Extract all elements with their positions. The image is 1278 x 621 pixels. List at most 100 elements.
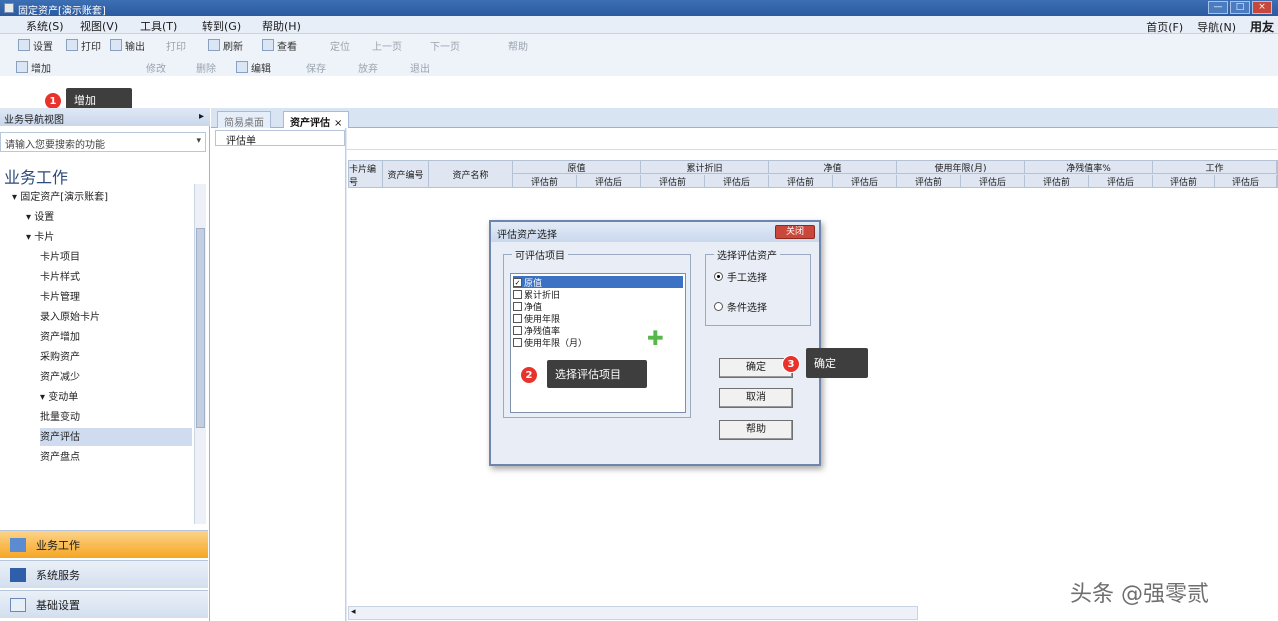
tab-desktop[interactable]: 简易桌面	[217, 111, 271, 129]
eval-sheet-tab[interactable]: 评估单	[215, 130, 345, 147]
eval-item[interactable]: ✓ 原值	[513, 276, 683, 289]
close-window-button[interactable]: ×	[1252, 1, 1272, 14]
edit-button[interactable]: 编辑	[236, 59, 271, 75]
col-group-header[interactable]: 使用年限(月)	[897, 161, 1025, 174]
tree-item[interactable]: ▾ 固定资产[演示账套]	[12, 188, 192, 206]
checkbox[interactable]	[513, 301, 522, 311]
col-group-header[interactable]: 工作	[1153, 161, 1277, 174]
col-subheader[interactable]: 评估后	[833, 175, 897, 188]
col-subheader[interactable]: 评估前	[641, 175, 705, 188]
nav-link[interactable]: 导航(N)	[1197, 19, 1236, 35]
delete-button[interactable]: 删除	[196, 59, 216, 75]
checkbox[interactable]	[513, 325, 522, 335]
locate-button[interactable]: 定位	[330, 37, 350, 53]
tree-item[interactable]: 资产增加	[40, 328, 192, 346]
tree-item[interactable]: ▾ 设置	[26, 208, 192, 226]
eval-item[interactable]: 使用年限（月）	[513, 336, 588, 349]
radio-condition[interactable]: 条件选择	[714, 299, 767, 314]
splitter[interactable]	[345, 128, 347, 621]
col-subheader[interactable]: 评估后	[961, 175, 1025, 188]
maximize-button[interactable]: □	[1230, 1, 1250, 14]
tree-item[interactable]: 批量变动	[40, 408, 192, 426]
nav-system-service[interactable]: 系统服务	[0, 560, 208, 588]
print-button[interactable]: 打印	[66, 37, 101, 53]
menu-tools[interactable]: 工具(T)	[140, 18, 177, 34]
col-subheader[interactable]: 评估后	[1089, 175, 1153, 188]
eval-item-label: 使用年限（月）	[524, 338, 588, 349]
tree-scrollbar[interactable]	[194, 184, 206, 524]
eval-item[interactable]: 累计折旧	[513, 288, 560, 301]
col-subheader[interactable]: 评估后	[1215, 175, 1277, 188]
scroll-thumb[interactable]	[196, 228, 205, 428]
col-group-header[interactable]: 净值	[769, 161, 897, 174]
setup-label: 设置	[33, 41, 53, 53]
menu-goto[interactable]: 转到(G)	[202, 18, 241, 34]
nav-base-settings[interactable]: 基础设置	[0, 590, 208, 618]
refresh-button[interactable]: 刷新	[208, 37, 243, 53]
checkbox[interactable]	[513, 337, 522, 347]
tree-item[interactable]: 卡片管理	[40, 288, 192, 306]
eval-item[interactable]: 净值	[513, 300, 542, 313]
checkbox[interactable]	[513, 313, 522, 323]
tree-item[interactable]: 资产评估	[40, 428, 192, 446]
menu-help[interactable]: 帮助(H)	[262, 18, 301, 34]
save-button[interactable]: 保存	[306, 59, 326, 75]
menu-view[interactable]: 视图(V)	[80, 18, 118, 34]
cancel-button[interactable]: 取消	[719, 388, 793, 408]
col-group-header[interactable]: 净残值率%	[1025, 161, 1153, 174]
next-page-button[interactable]: 下一页	[430, 37, 460, 53]
add-button[interactable]: 增加	[16, 59, 51, 75]
col-asset-name[interactable]: 资产名称	[429, 161, 513, 188]
nav-business-work[interactable]: 业务工作	[0, 530, 208, 558]
document-tabs: 简易桌面 资产评估 ×	[211, 108, 1278, 129]
col-subheader[interactable]: 评估后	[577, 175, 641, 188]
horizontal-scrollbar[interactable]: ◂	[348, 606, 918, 620]
tree-item[interactable]: 采购资产	[40, 348, 192, 366]
help-toolbar-button[interactable]: 帮助	[508, 37, 528, 53]
pin-icon[interactable]: ▸	[199, 111, 204, 122]
col-subheader[interactable]: 评估前	[1025, 175, 1089, 188]
menu-system[interactable]: 系统(S)	[26, 18, 64, 34]
radio-manual[interactable]: 手工选择	[714, 269, 767, 284]
setup-button[interactable]: 设置	[18, 37, 53, 53]
col-group-header[interactable]: 累计折旧	[641, 161, 769, 174]
scroll-left-icon[interactable]: ◂	[351, 607, 356, 617]
tree-item[interactable]: 资产盘点	[40, 448, 192, 466]
chevron-down-icon[interactable]: ▾	[196, 136, 201, 146]
refresh-icon	[208, 39, 220, 51]
dialog-close-button[interactable]: 关闭	[775, 225, 815, 239]
eval-item[interactable]: 净残值率	[513, 324, 560, 337]
col-subheader[interactable]: 评估前	[513, 175, 577, 188]
checkbox[interactable]	[513, 289, 522, 299]
function-search-input[interactable]: 请输入您要搜索的功能 ▾	[0, 132, 206, 152]
col-subheader[interactable]: 评估前	[769, 175, 833, 188]
col-subheader[interactable]: 评估前	[897, 175, 961, 188]
col-subheader[interactable]: 评估前	[1153, 175, 1215, 188]
tree-item[interactable]: 录入原始卡片	[40, 308, 192, 326]
business-icon	[10, 537, 26, 552]
edit-label: 编辑	[251, 63, 271, 75]
tree-item[interactable]: ▾ 变动单	[40, 388, 192, 406]
home-link[interactable]: 首页(F)	[1146, 19, 1183, 35]
minimize-button[interactable]: —	[1208, 1, 1228, 14]
view-button[interactable]: 查看	[262, 37, 297, 53]
prev-page-button[interactable]: 上一页	[372, 37, 402, 53]
tree-item[interactable]: 资产减少	[40, 368, 192, 386]
tab-asset-eval[interactable]: 资产评估 ×	[283, 111, 350, 129]
tree-item[interactable]: ▾ 卡片	[26, 228, 192, 246]
col-group-header[interactable]: 原值	[513, 161, 641, 174]
modify-button[interactable]: 修改	[146, 59, 166, 75]
eval-item[interactable]: 使用年限	[513, 312, 560, 325]
checkbox[interactable]: ✓	[513, 277, 522, 287]
tree-item[interactable]: 卡片项目	[40, 248, 192, 266]
help-button[interactable]: 帮助	[719, 420, 793, 440]
tree-item[interactable]: 卡片样式	[40, 268, 192, 286]
discard-button[interactable]: 放弃	[358, 59, 378, 75]
col-card-no[interactable]: 卡片编号	[349, 161, 383, 188]
col-asset-no[interactable]: 资产编号	[383, 161, 429, 188]
exit-button[interactable]: 退出	[410, 59, 430, 75]
radio-dot-off	[714, 302, 723, 311]
export-button[interactable]: 输出	[110, 37, 145, 53]
print2-button[interactable]: 打印	[166, 37, 186, 53]
col-subheader[interactable]: 评估后	[705, 175, 769, 188]
